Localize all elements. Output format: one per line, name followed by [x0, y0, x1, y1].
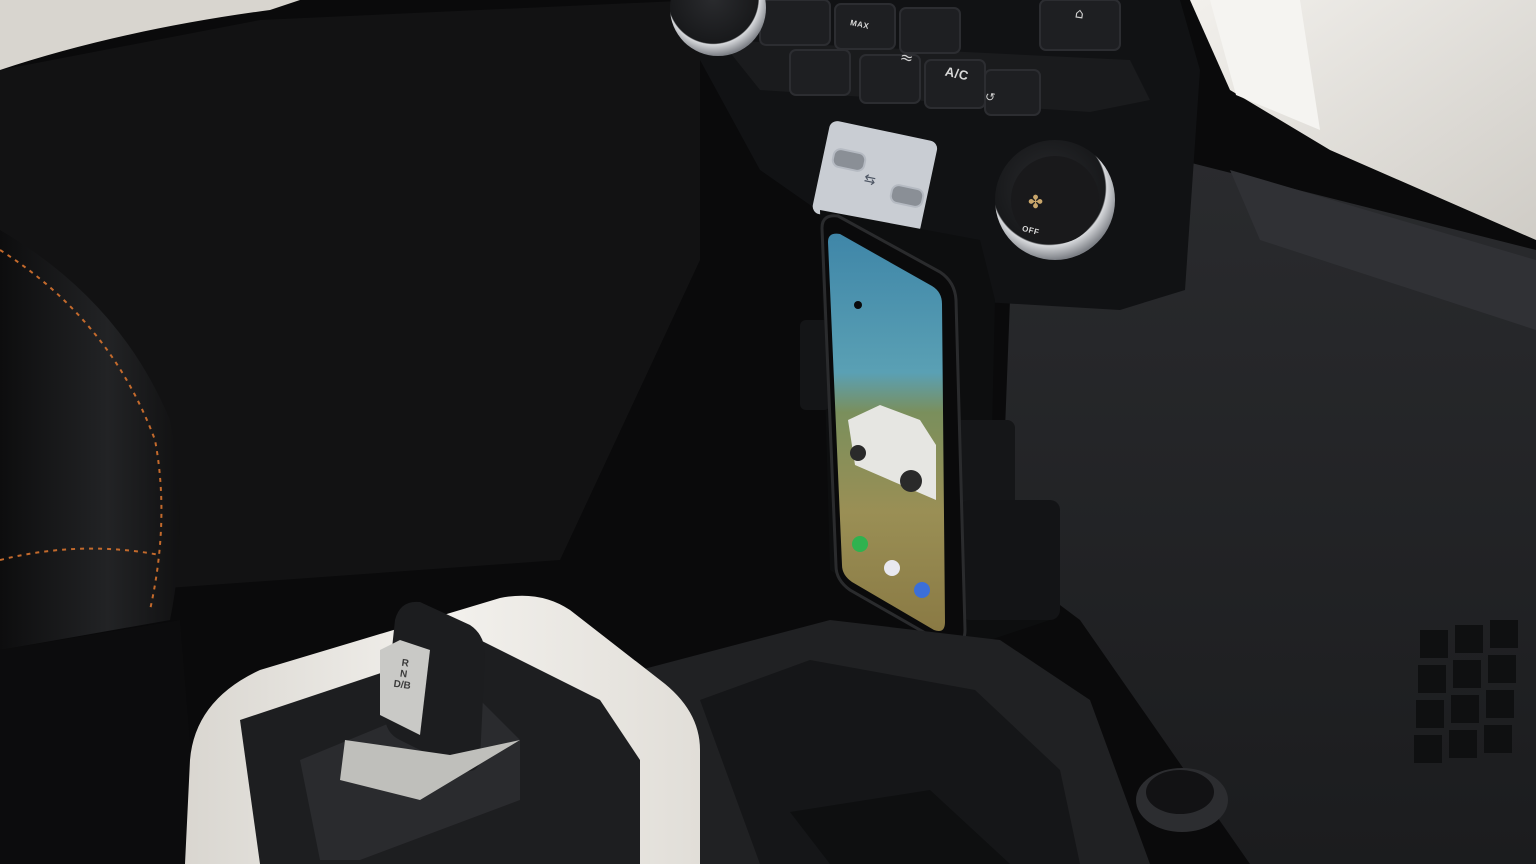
car-interior-scene	[0, 0, 1536, 864]
browser-app-icon[interactable]	[914, 582, 930, 598]
gear-d-label: D/B	[392, 678, 412, 693]
phone-app-icon[interactable]	[852, 536, 868, 552]
messages-app-icon[interactable]	[884, 560, 900, 576]
fan-icon: ✤	[1028, 192, 1044, 213]
